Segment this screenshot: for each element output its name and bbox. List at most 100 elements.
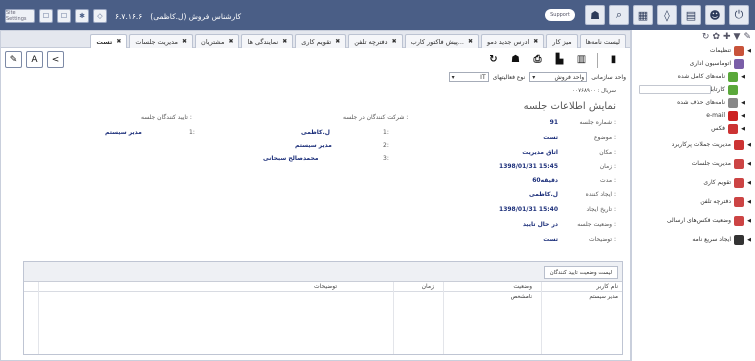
expand-arrow-icon[interactable]: ◀ — [747, 237, 751, 243]
detail-value: 1398/01/31 15:40 — [499, 206, 558, 213]
close-icon[interactable]: ✖ — [182, 38, 187, 45]
meetings-icon — [734, 158, 744, 169]
calendar-icon — [734, 177, 744, 188]
close-icon[interactable]: ✖ — [335, 38, 340, 45]
file-icon[interactable]: ▙ — [553, 53, 566, 66]
site-settings-button[interactable]: Site Settings — [5, 9, 35, 23]
window-button-1[interactable]: ☐ — [39, 9, 53, 23]
gear-icon[interactable]: ✿ — [712, 32, 720, 44]
sidebar-item-phrases[interactable]: ◀ مدیریت جملات پرکاربرد — [632, 135, 755, 154]
sidebar-item-calendar[interactable]: ◀ تقویم کاری — [632, 173, 755, 192]
search-icon[interactable]: ⌕ — [609, 5, 629, 25]
chart-icon[interactable]: ▥ — [575, 53, 588, 66]
sidebar-item-email[interactable]: ◀ e-mail — [632, 109, 755, 122]
document-icon[interactable]: ▤ — [681, 5, 701, 25]
expand-arrow-icon[interactable]: ◀ — [747, 142, 751, 148]
type-select[interactable]: IT ▾ — [448, 72, 489, 82]
tab-agencies[interactable]: نمایندگی ها ✖ — [241, 34, 294, 48]
participant-index: 1: — [383, 129, 389, 136]
window-button-3[interactable]: ✱ — [75, 9, 89, 23]
tab-demo-address[interactable]: ادرس جدید دمو ✖ — [481, 34, 545, 48]
tab-approval-status-list[interactable]: لیست وضعیت تایید کنندگان — [543, 266, 618, 279]
trash-icon — [728, 97, 738, 108]
close-icon[interactable]: ✖ — [533, 38, 538, 45]
col-header-time[interactable]: زمان — [422, 283, 434, 290]
close-icon[interactable]: ✖ — [282, 38, 287, 45]
refresh-icon[interactable]: ↻ — [487, 53, 500, 66]
toolbar-divider — [597, 53, 598, 68]
sidebar-item-meetings[interactable]: ◀ مدیریت جلسات — [632, 154, 755, 173]
sidebar-item-quick-letter[interactable]: ◀ ایجاد سریع نامه — [632, 230, 755, 249]
expand-arrow-icon[interactable]: ◀ — [741, 113, 745, 119]
grid-header: لیست وضعیت تایید کنندگان — [24, 262, 622, 282]
text-edit-button[interactable]: A — [26, 51, 43, 68]
col-header-notes[interactable]: توضیحات — [314, 283, 337, 290]
filter-icon[interactable]: ▼ — [734, 32, 741, 44]
col-header-user[interactable]: نام کاربر — [596, 283, 618, 290]
close-icon[interactable]: ✖ — [228, 38, 233, 45]
sidebar-item-fax[interactable]: ◀ فکس — [632, 122, 755, 135]
approver-index: 1: — [189, 129, 195, 136]
expand-arrow-icon[interactable]: ◀ — [747, 218, 751, 224]
expand-arrow-icon[interactable]: ◀ — [747, 199, 751, 205]
detail-label: وضعیت جلسه : — [577, 221, 616, 228]
tab-desk[interactable]: میز کار — [546, 34, 578, 48]
expand-arrow-icon[interactable]: ◀ — [741, 74, 745, 80]
tab-meetings-management[interactable]: مدیریت جلسات ✖ — [129, 34, 194, 48]
expand-arrow-icon[interactable]: ◀ — [747, 161, 751, 167]
tab-phonebook[interactable]: دفترچه تلفن ✖ — [348, 34, 403, 48]
users-icon[interactable]: ☗ — [585, 5, 605, 25]
tag-icon[interactable]: ◊ — [657, 5, 677, 25]
sidebar-item-fax-status[interactable]: ◀ وضعیت فکس‌های ارسالی — [632, 211, 755, 230]
tab-customers[interactable]: مشتریان ✖ — [195, 34, 240, 48]
sidebar-item-office-automation[interactable]: اتوماسیون اداری — [632, 57, 755, 70]
tab-bar: لیست نامه‌ها میز کار ادرس جدید دمو ✖ پیش … — [1, 31, 630, 48]
unit-select-value: واحد فروش — [554, 73, 585, 81]
user-pill[interactable]: Support — [545, 9, 575, 21]
close-icon[interactable]: ✖ — [468, 38, 473, 45]
person-icon[interactable]: ☻ — [705, 5, 725, 25]
pencil-icon: ✎ — [9, 54, 18, 65]
edit-icon[interactable]: ✎ — [743, 32, 751, 44]
expand-arrow-icon[interactable]: ◀ — [741, 100, 745, 106]
detail-row: توضیحات : تست — [471, 236, 616, 247]
sidebar-item-label: تنظیمات — [709, 47, 731, 54]
power-icon[interactable]: ⏻ — [729, 5, 749, 25]
tab-label: مدیریت جلسات — [135, 37, 179, 46]
tab-calendar[interactable]: تقویم کاری ✖ — [295, 34, 347, 48]
sidebar-item-completed-letters[interactable]: ◀ نامه‌های کامل شده — [632, 70, 755, 83]
sidebar-item-settings[interactable]: ◀ تنظیمات — [632, 44, 755, 57]
close-icon[interactable]: ✖ — [116, 38, 121, 45]
expand-arrow-icon[interactable]: ◀ — [747, 48, 751, 54]
grid-icon[interactable]: ▦ — [633, 5, 653, 25]
sidebar-item-label: وضعیت فکس‌های ارسالی — [666, 217, 731, 224]
chevron-down-icon: ▾ — [532, 73, 536, 81]
phonebook-icon — [734, 196, 744, 207]
users-icon[interactable]: ☗ — [509, 53, 522, 66]
sidebar-item-label: تقویم کاری — [703, 179, 731, 186]
add-icon[interactable]: ✚ — [723, 32, 731, 44]
print-icon[interactable]: ⎙ — [531, 53, 544, 66]
sidebar-item-cartable[interactable]: کارتابل — [632, 83, 755, 96]
sidebar-item-phonebook[interactable]: ◀ دفترچه تلفن — [632, 192, 755, 211]
window-button-2[interactable]: ☐ — [57, 9, 71, 23]
sidebar: ↻ ✿ ✚ ▼ ✎ ◀ تنظیمات اتوماسیون اداری ◀ نا… — [631, 30, 755, 361]
col-header-status[interactable]: وضعیت — [513, 283, 532, 290]
share-button[interactable]: < — [47, 51, 64, 68]
window-button-4[interactable]: ◇ — [93, 9, 107, 23]
tab-letters-list[interactable]: لیست نامه‌ها — [579, 34, 626, 48]
document-icon[interactable]: ▮ — [607, 53, 620, 66]
refresh-icon[interactable]: ↻ — [702, 32, 710, 44]
sidebar-item-label: e-mail — [706, 112, 725, 119]
table-row[interactable]: مدیر سیستم نامشخص — [24, 293, 622, 303]
sidebar-item-deleted-letters[interactable]: ◀ نامه‌های حذف شده — [632, 96, 755, 109]
expand-arrow-icon[interactable]: ◀ — [747, 180, 751, 186]
edit-button[interactable]: ✎ — [5, 51, 22, 68]
cartable-search-input[interactable] — [639, 85, 711, 94]
detail-label: توضیحات : — [589, 236, 616, 243]
tab-test[interactable]: تست ✖ — [90, 34, 128, 48]
unit-select[interactable]: واحد فروش ▾ — [529, 72, 588, 82]
close-icon[interactable]: ✖ — [392, 38, 397, 45]
expand-arrow-icon[interactable]: ◀ — [741, 126, 745, 132]
tab-proforma[interactable]: پیش فاکتور کارب... ✖ — [404, 34, 479, 48]
